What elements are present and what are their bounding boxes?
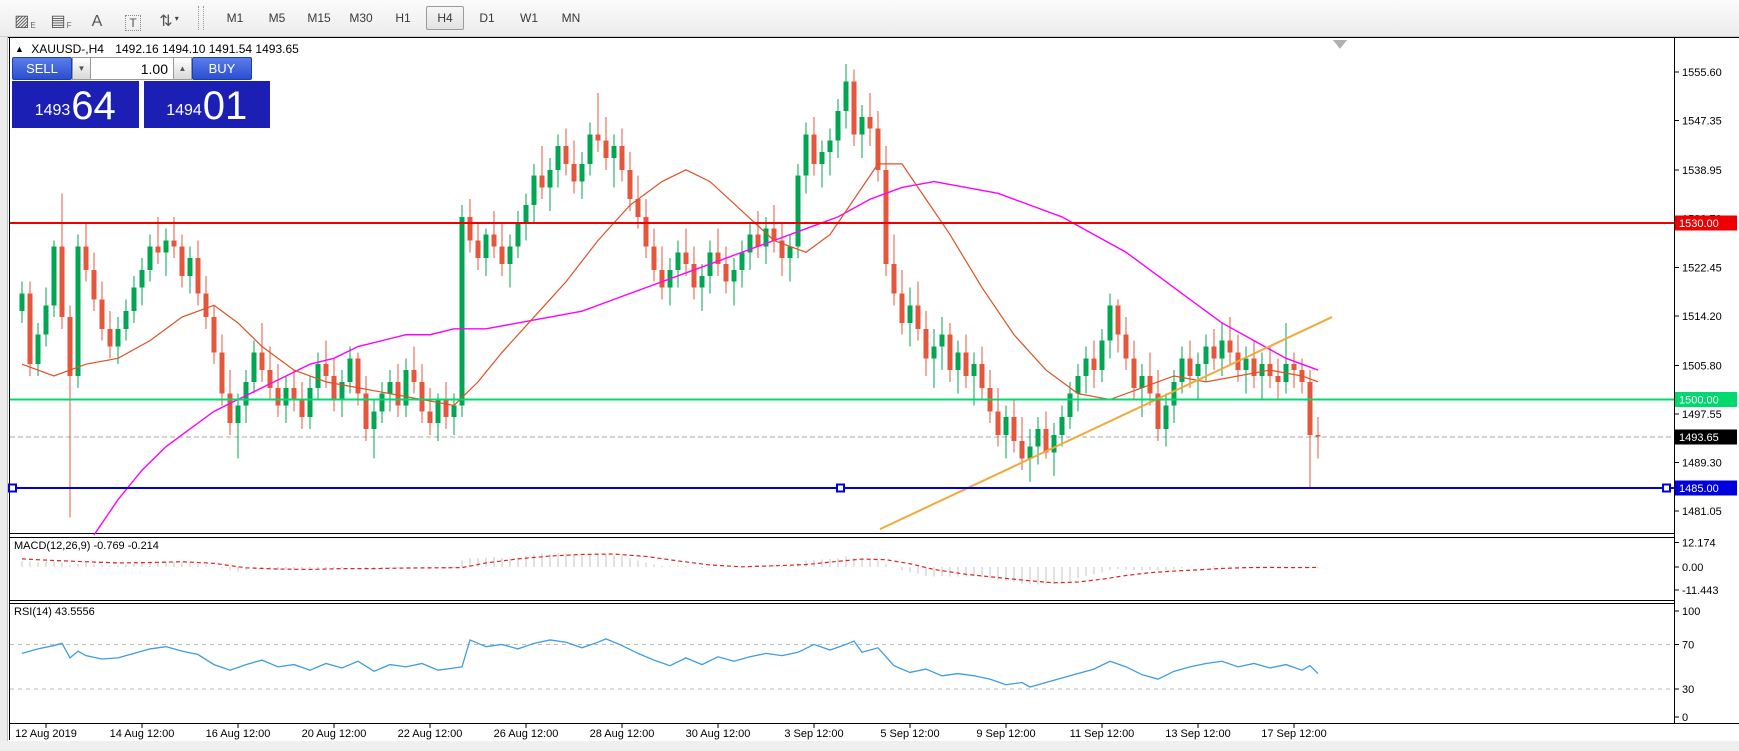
price-tick-label: 1538.95 — [1682, 165, 1722, 177]
arrows-icon[interactable]: ⇅▾ — [156, 5, 182, 31]
hline-handle[interactable] — [1663, 484, 1670, 491]
rsi-tick-label: 0 — [1682, 712, 1688, 724]
date-tick-label: 12 Aug 2019 — [15, 728, 77, 740]
price-tick-label: 1555.60 — [1682, 67, 1722, 79]
date-tick-label: 3 Sep 12:00 — [784, 728, 843, 740]
price-tick-label: 1497.55 — [1682, 409, 1722, 421]
price-badge: 1493.65 — [1679, 432, 1719, 444]
price-badge: 1530.00 — [1679, 218, 1719, 230]
indicators-icon[interactable]: ▨E — [12, 5, 38, 31]
toolbar-grip — [198, 6, 204, 30]
date-tick-label: 30 Aug 12:00 — [686, 728, 751, 740]
date-tick-label: 16 Aug 12:00 — [206, 728, 271, 740]
text-label-icon[interactable]: A — [84, 5, 110, 31]
date-tick-label: 22 Aug 12:00 — [398, 728, 463, 740]
price-axis: 1555.601547.351538.951530.701522.451514.… — [1674, 67, 1737, 518]
date-tick-label: 13 Sep 12:00 — [1165, 728, 1230, 740]
rsi-line — [22, 639, 1318, 687]
price-tick-label: 1547.35 — [1682, 116, 1722, 128]
collapse-arrow-icon[interactable]: ▲ — [15, 44, 24, 54]
buy-button[interactable]: BUY — [192, 57, 252, 80]
macd-values: -0.769 -0.214 — [93, 540, 158, 552]
indicators-glyph: ▨ — [14, 13, 29, 31]
sell-button[interactable]: SELL — [12, 57, 72, 80]
tab-timeframe-m30[interactable]: M30 — [342, 6, 380, 30]
date-axis: 12 Aug 2019 14 Aug 12:00 16 Aug 12:00 20 Au… — [15, 723, 1327, 740]
grid-icon[interactable]: ▤F — [48, 5, 74, 31]
date-tick-label: 20 Aug 12:00 — [302, 728, 367, 740]
rsi-tick-label: 70 — [1682, 639, 1694, 651]
hline-handle[interactable] — [9, 484, 16, 491]
tab-timeframe-mn[interactable]: MN — [552, 6, 590, 30]
tab-timeframe-m5[interactable]: M5 — [258, 6, 296, 30]
macd-tick-label: 12.174 — [1682, 537, 1716, 549]
text-box-icon[interactable]: T — [120, 5, 146, 31]
date-tick-label: 5 Sep 12:00 — [880, 728, 939, 740]
price-tick-label: 1514.20 — [1682, 311, 1722, 323]
tab-timeframe-h1[interactable]: H1 — [384, 6, 422, 30]
volume-decrease-button[interactable]: ▼ — [72, 57, 91, 80]
macd-indicator-label: MACD(12,26,9) -0.769 -0.214 — [14, 540, 159, 552]
price-tick-label: 1522.45 — [1682, 262, 1722, 274]
rsi-pane: 100 70 30 0 — [10, 606, 1700, 724]
grid-glyph: ▤ — [50, 13, 65, 31]
price-badge: 1500.00 — [1679, 395, 1719, 407]
left-window-edge — [0, 37, 8, 751]
macd-tick-label: 0.00 — [1682, 562, 1703, 574]
macd-signal-line — [22, 554, 1318, 583]
date-tick-label: 14 Aug 12:00 — [110, 728, 175, 740]
rsi-tick-label: 30 — [1682, 684, 1694, 696]
tab-timeframe-h4[interactable]: H4 — [426, 6, 464, 30]
candles-layer — [20, 64, 1321, 518]
chevron-down-icon: ▾ — [175, 14, 179, 23]
tab-timeframe-m15[interactable]: M15 — [300, 6, 338, 30]
tab-timeframe-d1[interactable]: D1 — [468, 6, 506, 30]
toolbar: ▨E ▤F A T ⇅▾ M1 M5 M15 M30 H1 H4 D1 W1 M… — [0, 0, 1739, 37]
one-click-trading-panel: SELL ▼ ▲ BUY 1493 64 1494 01 — [12, 57, 270, 128]
mt4-window: { "toolbar": { "icons": [ {"name": "indi… — [0, 0, 1739, 751]
bid-price-display[interactable]: 1493 64 — [12, 81, 139, 128]
date-tick-label: 9 Sep 12:00 — [976, 728, 1035, 740]
ohlc-values: 1492.16 1494.10 1491.54 1493.65 — [115, 42, 299, 56]
price-badge: 1485.00 — [1679, 483, 1719, 495]
tab-timeframe-m1[interactable]: M1 — [216, 6, 254, 30]
bottom-window-edge — [0, 741, 1739, 751]
ask-price-display[interactable]: 1494 01 — [144, 81, 271, 128]
price-tick-label: 1481.05 — [1682, 506, 1722, 518]
volume-increase-button[interactable]: ▲ — [173, 57, 192, 80]
symbol-period-label: XAUUSD-,H4 — [31, 42, 104, 56]
hline-handle[interactable] — [837, 484, 844, 491]
date-tick-label: 17 Sep 12:00 — [1261, 728, 1326, 740]
macd-pane: 12.174 0.00 -11.443 — [22, 537, 1719, 597]
macd-tick-label: -11.443 — [1682, 585, 1719, 597]
tab-timeframe-w1[interactable]: W1 — [510, 6, 548, 30]
date-tick-label: 26 Aug 12:00 — [494, 728, 559, 740]
price-tick-label: 1505.80 — [1682, 360, 1722, 372]
shift-marker-icon[interactable] — [1333, 40, 1347, 49]
price-tick-label: 1489.30 — [1682, 458, 1722, 470]
rsi-tick-label: 100 — [1682, 606, 1700, 618]
volume-input[interactable] — [91, 57, 173, 80]
rsi-indicator-label: RSI(14) 43.5556 — [14, 606, 95, 618]
chart-title: ▲ XAUUSD-,H4 1492.16 1494.10 1491.54 149… — [15, 42, 299, 56]
date-tick-label: 28 Aug 12:00 — [590, 728, 655, 740]
pane-borders — [8, 38, 1739, 741]
date-tick-label: 11 Sep 12:00 — [1070, 728, 1135, 740]
rsi-value: 43.5556 — [55, 606, 95, 618]
